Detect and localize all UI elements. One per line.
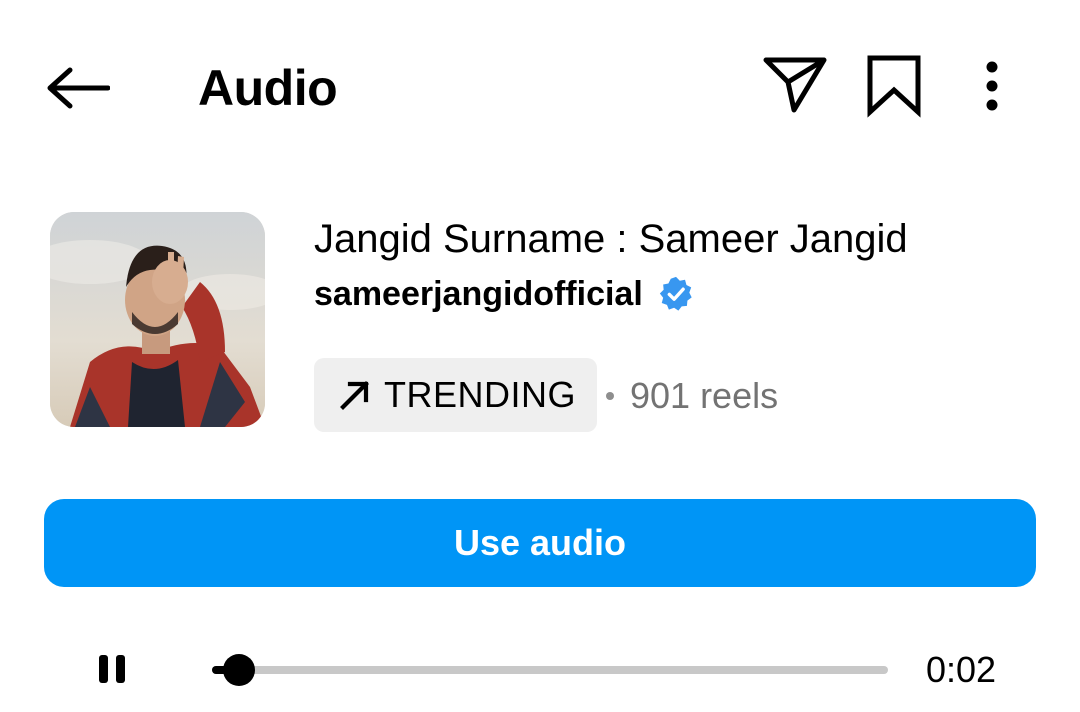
reels-count-label: 901 reels [630,375,779,416]
separator-dot [606,392,614,400]
save-button[interactable] [864,52,924,118]
trending-badge[interactable]: TRENDING [314,358,597,432]
more-options-button[interactable] [970,52,1014,118]
arrow-left-icon [47,67,110,109]
playback-progress-slider[interactable] [212,648,890,692]
artist-photo [50,212,265,427]
use-audio-button[interactable]: Use audio [44,499,1036,587]
share-button[interactable] [760,52,830,118]
pause-icon-bar-right [116,655,125,683]
progress-track [212,666,888,674]
track-title: Jangid Surname : Sameer Jangid [314,217,908,261]
trending-arrow-icon [340,381,369,410]
reels-count: 901 reels [606,372,778,420]
pause-button[interactable] [92,646,132,692]
artist-name: sameerjangidofficial [314,275,643,313]
page-title: Audio [198,60,338,116]
top-app-bar: Audio [0,0,1080,175]
paper-plane-icon [763,57,827,113]
verified-badge-icon [659,276,692,311]
album-cover-image[interactable] [50,212,265,427]
pause-icon-bar-left [99,655,108,683]
artist-link[interactable]: sameerjangidofficial [314,268,695,320]
progress-knob[interactable] [223,654,255,686]
trending-label: TRENDING [384,374,576,415]
more-vertical-icon [986,61,998,111]
back-button[interactable] [40,56,114,120]
bookmark-icon [867,55,921,118]
elapsed-time: 0:02 [926,649,997,690]
